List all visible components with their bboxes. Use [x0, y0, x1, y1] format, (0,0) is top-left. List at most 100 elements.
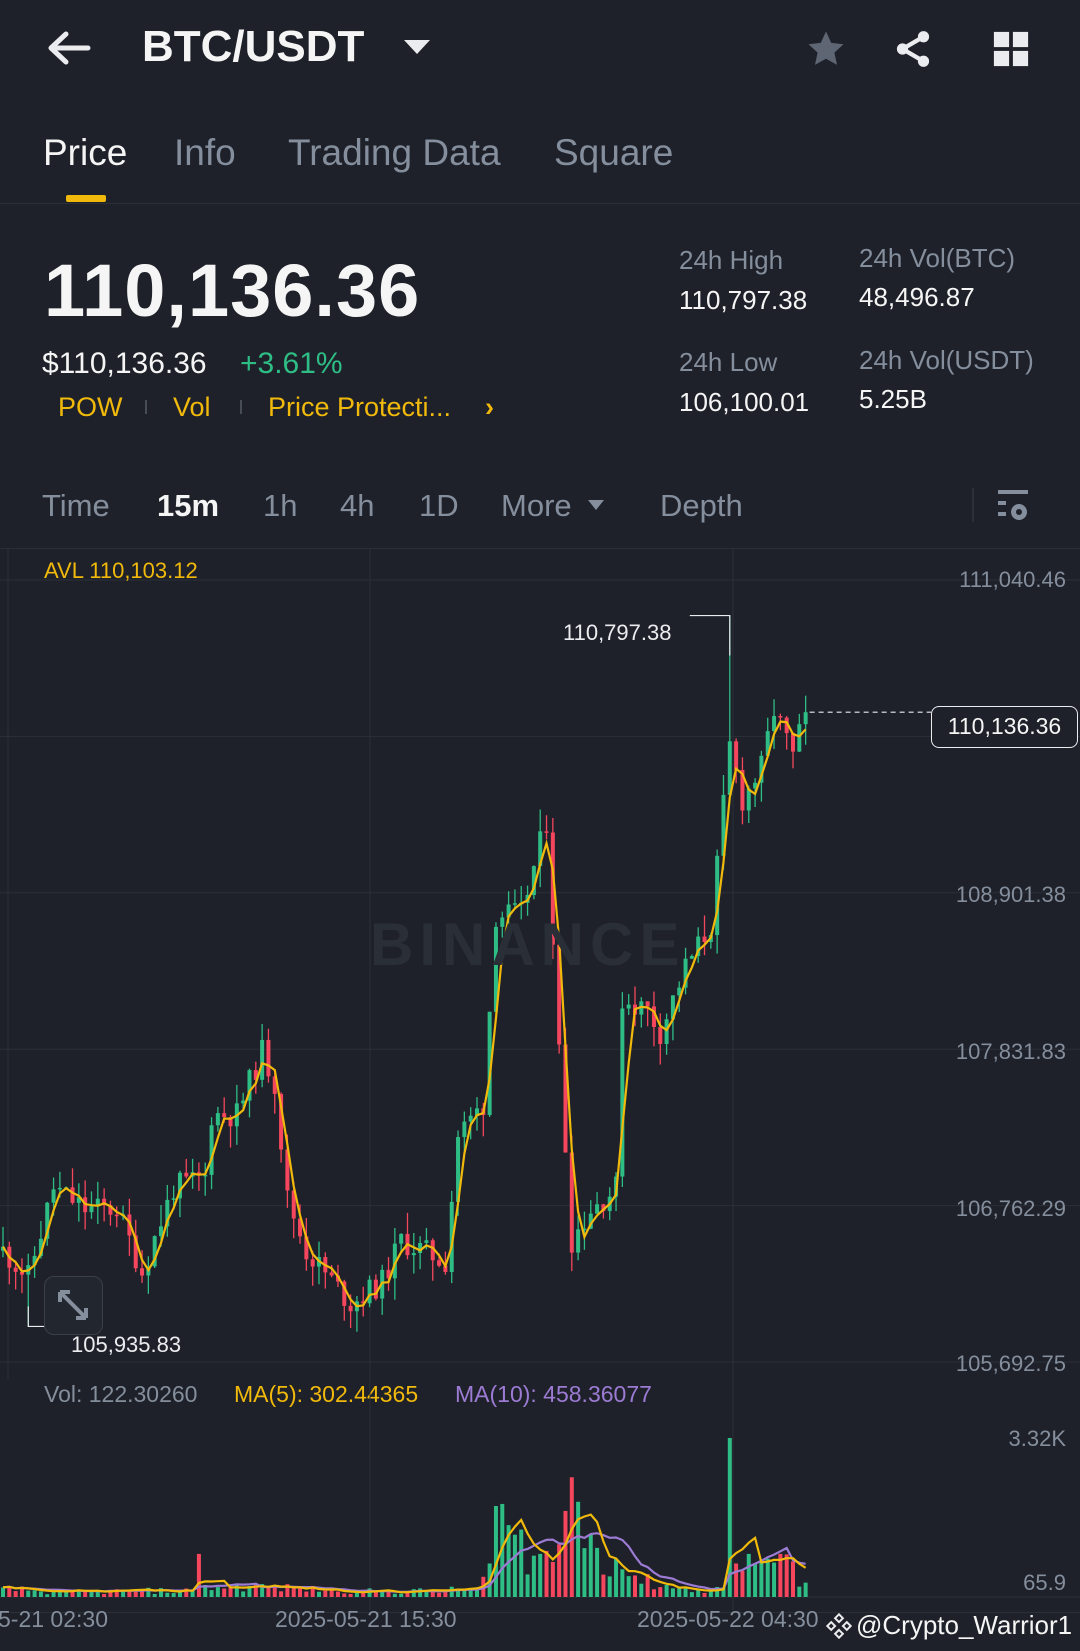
divider	[145, 400, 147, 414]
candle-body	[222, 1113, 227, 1118]
volume-bar	[45, 1594, 50, 1597]
volume-chart[interactable]	[0, 1379, 1080, 1610]
last-price: 110,136.36	[44, 249, 421, 332]
interval-time[interactable]: Time	[42, 488, 110, 524]
candle-body	[260, 1039, 265, 1080]
candle-body	[702, 936, 707, 942]
y-tick-label: 106,762.29	[955, 1196, 1066, 1221]
volume-bar	[165, 1592, 170, 1597]
volume-bar	[133, 1591, 138, 1597]
pair-title[interactable]: BTC/USDT	[142, 22, 364, 72]
candle-body	[13, 1267, 18, 1272]
x-tick-label: 2025-05-22 04:30	[637, 1606, 819, 1632]
candle-body	[114, 1214, 119, 1217]
current-price-tag: 110,136.36	[931, 706, 1078, 748]
star-icon[interactable]	[804, 28, 848, 70]
tab-trading-data[interactable]: Trading Data	[288, 132, 501, 174]
candle-body	[215, 1113, 220, 1126]
volume-bar	[689, 1592, 694, 1597]
volume-bar	[323, 1590, 328, 1597]
candle-body	[576, 1229, 581, 1253]
interval-more[interactable]: More	[501, 488, 572, 524]
volume-bar	[392, 1593, 397, 1597]
volume-bar	[765, 1558, 770, 1597]
volume-bar	[424, 1591, 429, 1597]
volume-bar	[519, 1529, 524, 1597]
volume-bar	[418, 1588, 423, 1597]
tag-vol[interactable]: Vol	[173, 392, 211, 423]
volume-bar	[335, 1591, 340, 1597]
candle-body	[171, 1198, 176, 1200]
x-tick-label: 2025-05-21 15:30	[275, 1606, 457, 1632]
candle-body	[184, 1172, 189, 1177]
volume-bar	[512, 1534, 517, 1597]
candle-body	[791, 733, 795, 752]
candle-body	[462, 1121, 467, 1138]
candle-body	[772, 716, 777, 732]
tag-price-protection[interactable]: Price Protecti...	[268, 392, 451, 423]
volume-bar	[525, 1574, 530, 1597]
price-change: +3.61%	[240, 347, 343, 380]
y-tick-label: 111,040.46	[959, 567, 1066, 592]
volume-bar	[620, 1569, 625, 1597]
expand-chart-button[interactable]	[44, 1276, 103, 1335]
chart-settings-icon[interactable]	[996, 488, 1030, 524]
interval-15m[interactable]: 15m	[157, 488, 219, 524]
volume-bar	[569, 1477, 574, 1597]
volume-bar	[241, 1591, 246, 1597]
grid-icon[interactable]	[992, 30, 1030, 68]
volume-bar	[759, 1560, 764, 1597]
volume-bar	[651, 1589, 656, 1597]
candle-body	[664, 1019, 669, 1044]
tab-info[interactable]: Info	[174, 132, 236, 174]
low-value: 106,100.01	[679, 387, 810, 417]
volume-bar	[152, 1593, 157, 1597]
expand-icon	[58, 1290, 88, 1320]
volume-bar	[803, 1582, 808, 1597]
tab-price[interactable]: Price	[43, 132, 127, 174]
interval-1d[interactable]: 1D	[419, 488, 459, 524]
interval-1h[interactable]: 1h	[263, 488, 297, 524]
volume-bar	[531, 1555, 536, 1597]
more-caret-icon[interactable]	[588, 500, 604, 510]
y-tick-label: 105,692.75	[955, 1351, 1066, 1376]
candle-body	[140, 1268, 145, 1276]
volume-bar	[538, 1553, 543, 1597]
tab-square[interactable]: Square	[554, 132, 673, 174]
candle-body	[373, 1279, 378, 1299]
interval-4h[interactable]: 4h	[340, 488, 374, 524]
candle-body	[266, 1039, 271, 1077]
candle-body	[512, 903, 517, 905]
candle-body	[595, 1204, 600, 1214]
tag-pow[interactable]: POW	[58, 392, 123, 423]
candle-body	[797, 724, 802, 752]
back-arrow-icon[interactable]	[46, 30, 92, 66]
interval-depth[interactable]: Depth	[660, 488, 743, 524]
pair-dropdown-caret-icon[interactable]	[404, 40, 430, 54]
share-icon[interactable]	[892, 28, 934, 70]
binance-logo-icon	[826, 1612, 852, 1640]
high-annotation: 110,797.38	[563, 620, 672, 645]
candle-body	[803, 712, 808, 725]
volume-bar	[32, 1590, 37, 1597]
volume-bar	[797, 1586, 802, 1597]
candle-body	[411, 1253, 416, 1256]
volume-bar	[696, 1589, 701, 1597]
volume-bar	[373, 1592, 378, 1597]
volume-bar	[317, 1591, 321, 1597]
volume-bar	[595, 1547, 600, 1597]
chevron-right-icon[interactable]: ›	[485, 392, 494, 423]
y-tick-label: 107,831.83	[955, 1039, 1066, 1064]
volume-ma5-line	[2, 1513, 807, 1594]
candle-body	[778, 716, 783, 718]
volume-y-tick: 65.9	[1023, 1570, 1066, 1595]
volume-bar	[601, 1574, 606, 1597]
volume-bar	[658, 1587, 663, 1597]
volume-bar	[772, 1562, 777, 1597]
binance-watermark: BINANCE	[370, 911, 686, 978]
divider	[0, 203, 1080, 204]
volume-bar	[544, 1550, 549, 1597]
volume-bar	[550, 1561, 555, 1597]
low-label: 24h Low	[679, 347, 778, 377]
volume-bar	[784, 1554, 789, 1597]
